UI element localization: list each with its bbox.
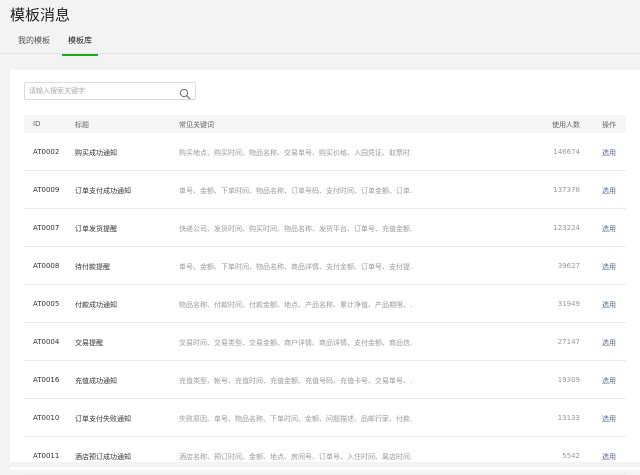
row-users: 137378 (553, 186, 580, 194)
page-title: 模板消息 (10, 6, 71, 24)
tab-my-templates[interactable]: 我的模板 (18, 35, 50, 46)
table-row: AT0004 交易提醒 交易时间、交易类型、交易金额、商户详情、商品详情、支付金… (24, 323, 626, 361)
tab-bar: 我的模板 模板库 (0, 30, 640, 56)
row-users: 5542 (562, 452, 580, 460)
search-box (24, 82, 196, 100)
row-keywords: 交易时间、交易类型、交易金额、商户详情、商品详情、支付金额、商品信... (179, 339, 413, 347)
row-title: 付款成功通知 (75, 301, 117, 309)
row-users: 146674 (553, 148, 580, 156)
row-users: 39627 (557, 262, 580, 270)
table-header: ID 标题 常见关键词 使用人数 操作 (24, 115, 626, 133)
row-title: 订单支付成功通知 (75, 187, 131, 195)
row-users: 27147 (557, 338, 580, 346)
row-keywords: 购买地点、购买时间、物品名称、交易单号、购买价格、入园凭证、取票时... (179, 149, 413, 157)
column-header-users: 使用人数 (552, 121, 580, 129)
column-header-id: ID (33, 120, 41, 128)
row-id: AT0009 (33, 186, 60, 194)
select-button[interactable]: 选用 (602, 224, 616, 234)
column-header-keywords: 常见关键词 (179, 121, 214, 129)
select-button[interactable]: 选用 (602, 414, 616, 424)
row-id: AT0010 (33, 414, 60, 422)
select-button[interactable]: 选用 (602, 300, 616, 310)
select-button[interactable]: 选用 (602, 148, 616, 158)
select-button[interactable]: 选用 (602, 376, 616, 386)
row-id: AT0007 (33, 224, 60, 232)
tab-template-library[interactable]: 模板库 (62, 35, 98, 56)
table-row: AT0002 购买成功通知 购买地点、购买时间、物品名称、交易单号、购买价格、入… (24, 133, 626, 171)
row-id: AT0002 (33, 148, 60, 156)
row-users: 13133 (557, 414, 580, 422)
table-row: AT0010 订单支付失败通知 失败原因、单号、物品名称、下单时间、金额、问题描… (24, 399, 626, 437)
row-title: 待付款提醒 (75, 263, 110, 271)
template-library-panel: ID 标题 常见关键词 使用人数 操作 AT0002 购买成功通知 购买地点、购… (10, 70, 640, 475)
table-row: AT0007 订单发货提醒 快递公司、发货时间、购买时间、物品名称、发货平台、订… (24, 209, 626, 247)
column-header-action: 操作 (602, 121, 616, 129)
row-users: 31949 (557, 300, 580, 308)
row-id: AT0011 (33, 452, 60, 460)
search-input[interactable] (29, 85, 179, 97)
column-header-title: 标题 (75, 121, 89, 129)
row-keywords: 快递公司、发货时间、购买时间、物品名称、发货平台、订单号、充值金额... (179, 225, 413, 233)
table-row: AT0008 待付款提醒 单号、金额、下单时间、物品名称、商品详情、支付金额、订… (24, 247, 626, 285)
row-keywords: 单号、金额、下单时间、物品名称、订单号码、支付时间、订单金额、订单... (179, 187, 413, 195)
row-title: 订单发货提醒 (75, 225, 117, 233)
row-title: 交易提醒 (75, 339, 103, 347)
horizontal-scrollbar[interactable] (0, 462, 640, 467)
table-row: AT0009 订单支付成功通知 单号、金额、下单时间、物品名称、订单号码、支付时… (24, 171, 626, 209)
row-title: 订单支付失败通知 (75, 415, 131, 423)
select-button[interactable]: 选用 (602, 186, 616, 196)
select-button[interactable]: 选用 (602, 452, 616, 462)
row-title: 酒店预订成功通知 (75, 453, 131, 461)
row-id: AT0004 (33, 338, 60, 346)
row-id: AT0008 (33, 262, 60, 270)
row-title: 充值成功通知 (75, 377, 117, 385)
row-users: 123224 (553, 224, 580, 232)
template-table-body: AT0002 购买成功通知 购买地点、购买时间、物品名称、交易单号、购买价格、入… (24, 133, 626, 475)
search-icon[interactable] (179, 85, 191, 100)
row-users: 19309 (557, 376, 580, 384)
table-row: AT0016 充值成功通知 充值类型、帐号、充值时间、充值金额、充值号码、充值卡… (24, 361, 626, 399)
row-keywords: 失败原因、单号、物品名称、下单时间、金额、问题描述、品邮行家、付款... (179, 415, 413, 423)
table-row: AT0011 酒店预订成功通知 酒店名称、预订时间、金额、地点、房间号、订单号、… (24, 437, 626, 475)
row-title: 购买成功通知 (75, 149, 117, 157)
select-button[interactable]: 选用 (602, 338, 616, 348)
table-row: AT0005 付款成功通知 物品名称、付款时间、付款金额、地点、产品名称、累计净… (24, 285, 626, 323)
row-keywords: 物品名称、付款时间、付款金额、地点、产品名称、累计净值、产品期限、... (179, 301, 413, 309)
row-keywords: 充值类型、帐号、充值时间、充值金额、充值号码、充值卡号、交易单号、... (179, 377, 413, 385)
row-id: AT0005 (33, 300, 60, 308)
select-button[interactable]: 选用 (602, 262, 616, 272)
row-id: AT0016 (33, 376, 60, 384)
row-keywords: 酒店名称、预订时间、金额、地点、房间号、订单号、入住时间、离店时间... (179, 453, 413, 461)
row-keywords: 单号、金额、下单时间、物品名称、商品详情、支付金额、订单号、支付提... (179, 263, 413, 271)
